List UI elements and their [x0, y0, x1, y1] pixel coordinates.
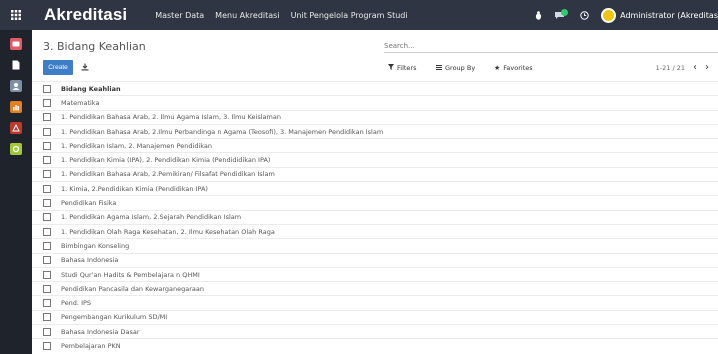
row-checkbox[interactable]: [43, 299, 51, 308]
row-label: 1. Pendidikan Islam, 2. Manajemen Pendid…: [61, 141, 213, 150]
menu-master-data[interactable]: Master Data: [155, 11, 204, 20]
row-label: 1. Pendidikan Bahasa Arab, 2.Ilmu Perban…: [61, 127, 384, 136]
row-checkbox[interactable]: [43, 141, 51, 150]
list-item[interactable]: Pendidikan Pancasila dan Kewarganegaraan: [32, 281, 718, 295]
records-list: Bidang Keahlian Matematika 1. Pendidikan …: [32, 81, 718, 353]
contacts-app-icon[interactable]: [10, 80, 22, 92]
navbar-right: Administrator (Akreditas: [535, 0, 718, 30]
list-item[interactable]: Studi Qur'an Hadits & Pembelajara n QHMI: [32, 266, 718, 281]
app-brand[interactable]: Akreditasi: [44, 5, 127, 25]
row-label: Studi Qur'an Hadits & Pembelajara n QHMI: [61, 270, 200, 279]
row-label: Pembelajaran PKN: [61, 341, 121, 350]
bug-icon[interactable]: [535, 10, 542, 20]
row-checkbox[interactable]: [43, 113, 51, 122]
row-checkbox[interactable]: [43, 156, 51, 165]
list-item[interactable]: Bahasa Indonesia Dasar: [32, 324, 718, 338]
row-checkbox[interactable]: [43, 170, 51, 179]
next-page-icon[interactable]: ›: [705, 62, 709, 73]
list-item[interactable]: 1. Pendidikan Kimia (IPA), 2. Pendidikan…: [32, 152, 718, 166]
row-label: Bimbingan Konseling: [61, 241, 130, 250]
row-label: Bahasa Indonesia Dasar: [61, 327, 140, 336]
app-sidebar: [0, 30, 32, 354]
row-checkbox[interactable]: [43, 256, 51, 265]
list-header: Bidang Keahlian: [32, 81, 718, 95]
list-item[interactable]: Pengembangan Kurikulum SD/MI: [32, 309, 718, 324]
row-label: 1. Pendidikan Bahasa Arab, 2.Pemikiran/ …: [61, 170, 275, 179]
list-item[interactable]: 1. Pendidikan Bahasa Arab, 2. Ilmu Agama…: [32, 109, 718, 124]
row-label: Pengembangan Kurikulum SD/MI: [61, 313, 168, 322]
select-all-checkbox[interactable]: [43, 84, 51, 93]
row-label: Matematika: [61, 98, 100, 107]
pager-value[interactable]: 1-21 / 21: [656, 64, 685, 72]
list-item[interactable]: 1. Kimia, 2.Pendidikan Kimia (Pendidikan…: [32, 181, 718, 195]
settings-app-icon[interactable]: [10, 143, 22, 155]
row-label: Pendidikan Fisika: [61, 199, 117, 208]
list-item[interactable]: Bimbingan Konseling: [32, 238, 718, 252]
row-checkbox[interactable]: [43, 313, 51, 322]
documents-app-icon[interactable]: [10, 59, 22, 71]
list-item[interactable]: Pembelajaran PKN: [32, 338, 718, 352]
list-item[interactable]: Pend. IPS: [32, 295, 718, 309]
breadcrumb: 3. Bidang Keahlian: [43, 40, 146, 53]
previous-page-icon[interactable]: ‹: [693, 62, 697, 73]
list-item[interactable]: 1. Pendidikan Bahasa Arab, 2.Pemikiran/ …: [32, 166, 718, 181]
main-content: 3. Bidang Keahlian Create Filters Group …: [32, 30, 718, 354]
group-by-button[interactable]: Group By: [432, 60, 479, 75]
row-checkbox[interactable]: [43, 98, 51, 107]
accreditation-app-icon[interactable]: [10, 122, 22, 134]
row-checkbox[interactable]: [43, 327, 51, 336]
row-label: 1. Pendidikan Olah Raga Kesehatan, 2. Il…: [61, 227, 275, 236]
row-checkbox[interactable]: [43, 284, 51, 293]
menu-unit-pengelola[interactable]: Unit Pengelola Program Studi: [291, 11, 408, 20]
star-icon: ★: [494, 63, 501, 72]
row-checkbox[interactable]: [43, 270, 51, 279]
apps-menu-icon[interactable]: [0, 0, 32, 30]
list-item[interactable]: Matematika: [32, 95, 718, 109]
download-icon[interactable]: [79, 61, 91, 73]
row-checkbox[interactable]: [43, 227, 51, 236]
filters-button[interactable]: Filters: [384, 60, 420, 75]
discuss-app-icon[interactable]: [10, 38, 22, 50]
filters-label: Filters: [397, 63, 417, 72]
list-item[interactable]: 1. Pendidikan Bahasa Arab, 2.Ilmu Perban…: [32, 123, 718, 138]
list-item[interactable]: Pendidikan Fisika: [32, 195, 718, 209]
clock-icon[interactable]: [580, 10, 589, 20]
row-label: 1. Pendidikan Kimia (IPA), 2. Pendidikan…: [61, 156, 271, 165]
row-label: 1. Pendidikan Bahasa Arab, 2. Ilmu Agama…: [61, 113, 281, 122]
avatar[interactable]: [601, 7, 617, 23]
row-checkbox[interactable]: [43, 184, 51, 193]
group-by-icon: [436, 64, 442, 72]
favorites-label: Favorites: [503, 63, 533, 72]
filter-icon: [388, 63, 394, 72]
row-checkbox[interactable]: [43, 341, 51, 350]
menu-akreditasi[interactable]: Menu Akreditasi: [215, 11, 279, 20]
row-label: Bahasa Indonesia: [61, 256, 119, 265]
create-button[interactable]: Create: [43, 60, 73, 75]
list-item[interactable]: 1. Pendidikan Islam, 2. Manajemen Pendid…: [32, 138, 718, 152]
row-label: Pendidikan Pancasila dan Kewarganegaraan: [61, 284, 205, 293]
top-navbar: Akreditasi Master Data Menu Akreditasi U…: [0, 0, 718, 30]
reports-app-icon[interactable]: [10, 101, 22, 113]
row-checkbox[interactable]: [43, 241, 51, 250]
row-checkbox[interactable]: [43, 213, 51, 222]
chat-icon[interactable]: [554, 8, 569, 20]
row-label: 1. Pendidikan Agama Islam, 2.Sejarah Pen…: [61, 213, 242, 222]
row-label: 1. Kimia, 2.Pendidikan Kimia (Pendidikan…: [61, 184, 208, 193]
favorites-button[interactable]: ★ Favorites: [490, 60, 537, 75]
row-checkbox[interactable]: [43, 199, 51, 208]
column-header-bidang-keahlian[interactable]: Bidang Keahlian: [61, 85, 121, 93]
list-item[interactable]: 1. Pendidikan Agama Islam, 2.Sejarah Pen…: [32, 209, 718, 224]
list-item[interactable]: 1. Pendidikan Olah Raga Kesehatan, 2. Il…: [32, 223, 718, 238]
user-menu[interactable]: Administrator (Akreditas: [620, 11, 718, 20]
list-item[interactable]: Bahasa Indonesia: [32, 252, 718, 267]
search-input[interactable]: [384, 39, 718, 53]
row-label: Pend. IPS: [61, 299, 92, 308]
notification-badge: [561, 8, 569, 16]
group-by-label: Group By: [445, 63, 476, 72]
pager: 1-21 / 21 ‹ ›: [656, 60, 709, 75]
row-checkbox[interactable]: [43, 127, 51, 136]
